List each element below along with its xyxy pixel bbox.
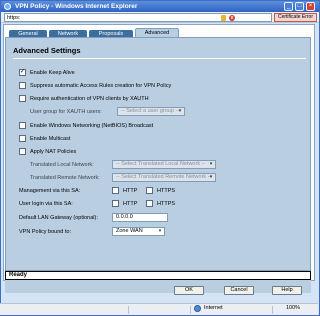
bound-to-value: Zone WAN — [116, 228, 143, 234]
require-xauth-label: Require authentication of VPN clients by… — [30, 96, 149, 102]
section-title: Advanced Settings — [13, 46, 81, 55]
keep-alive-label: Enable Keep Alive — [30, 70, 75, 76]
user-login-http-checkbox[interactable] — [112, 200, 119, 207]
cancel-button[interactable]: Cancel — [224, 286, 254, 295]
button-bar — [5, 280, 311, 293]
translated-remote-value: -- Select Translated Remote Network -- — [116, 174, 212, 180]
suppress-rules-label: Suppress automatic Access Rules creation… — [30, 83, 172, 89]
keep-alive-checkbox[interactable]: ✓ — [19, 69, 26, 76]
help-button[interactable]: Help — [272, 286, 302, 295]
chevron-down-icon: ▾ — [209, 161, 213, 167]
status-divider — [272, 306, 273, 314]
ie-status-bar — [0, 303, 318, 315]
maximize-icon[interactable]: □ — [295, 2, 304, 11]
apply-nat-checkbox[interactable] — [19, 148, 26, 155]
management-http-checkbox[interactable] — [112, 187, 119, 194]
multicast-label: Enable Multicast — [30, 136, 71, 142]
user-login-http-label: HTTP — [123, 201, 138, 207]
chevron-down-icon: ▾ — [178, 108, 182, 114]
status-divider — [190, 306, 191, 314]
minimize-icon[interactable]: _ — [284, 2, 293, 11]
xauth-group-select[interactable]: -- Select a user group -- ▾ — [117, 107, 185, 116]
suppress-rules-checkbox[interactable] — [19, 82, 26, 89]
management-label: Management via this SA: — [19, 188, 81, 194]
multicast-checkbox[interactable] — [19, 135, 26, 142]
management-https-checkbox[interactable] — [146, 187, 153, 194]
bound-to-select[interactable]: Zone WAN ▾ — [112, 227, 165, 236]
status-line: Ready — [5, 271, 311, 280]
zoom-level[interactable]: 100% — [286, 305, 300, 311]
gateway-input[interactable]: 0.0.0.0 — [112, 213, 168, 222]
certificate-error-button[interactable]: Certificate Error — [274, 13, 317, 22]
translated-local-label: Translated Local Network: — [30, 162, 94, 168]
user-login-https-label: HTTPS — [157, 201, 176, 207]
ie-icon — [4, 3, 11, 10]
require-xauth-checkbox[interactable] — [19, 95, 26, 102]
ok-button[interactable]: OK — [174, 286, 204, 295]
tab-strip: General Network Proposals Advanced — [5, 26, 315, 38]
translated-remote-select[interactable]: -- Select Translated Remote Network -- ▾ — [112, 173, 216, 182]
zone-label: Internet — [204, 305, 223, 311]
xauth-group-value: -- Select a user group -- — [121, 108, 180, 114]
gateway-label: Default LAN Gateway (optional): — [19, 215, 98, 221]
netbios-checkbox[interactable] — [19, 122, 26, 129]
netbios-label: Enable Windows Networking (NetBIOS) Broa… — [30, 123, 154, 129]
divider — [13, 58, 306, 59]
translated-remote-label: Translated Remote Network: — [30, 175, 100, 181]
management-http-label: HTTP — [123, 188, 138, 194]
translated-local-value: -- Select Translated Local Network -- — [116, 161, 206, 167]
user-login-label: User login via this SA: — [19, 201, 73, 207]
translated-local-select[interactable]: -- Select Translated Local Network -- ▾ — [112, 160, 216, 169]
url-input[interactable]: https: x — [4, 13, 272, 22]
user-login-https-checkbox[interactable] — [146, 200, 153, 207]
error-icon: x — [229, 15, 235, 21]
status-divider — [128, 306, 129, 314]
bound-to-label: VPN Policy bound to: — [19, 229, 71, 235]
address-bar: https: x Certificate Error — [1, 12, 319, 23]
apply-nat-label: Apply NAT Policies — [30, 149, 77, 155]
url-protocol: https: — [7, 15, 21, 21]
close-icon[interactable]: × — [306, 2, 315, 11]
management-https-label: HTTPS — [157, 188, 176, 194]
globe-icon — [194, 305, 201, 312]
status-text: Ready — [9, 272, 28, 278]
chevron-down-icon: ▾ — [158, 228, 162, 234]
title-bar: VPN Policy - Windows Internet Explorer _… — [1, 1, 319, 12]
lock-icon — [221, 15, 226, 21]
window-title: VPN Policy - Windows Internet Explorer — [15, 3, 138, 10]
chevron-down-icon: ▾ — [209, 174, 213, 180]
xauth-group-label: User group for XAUTH users: — [30, 109, 102, 115]
